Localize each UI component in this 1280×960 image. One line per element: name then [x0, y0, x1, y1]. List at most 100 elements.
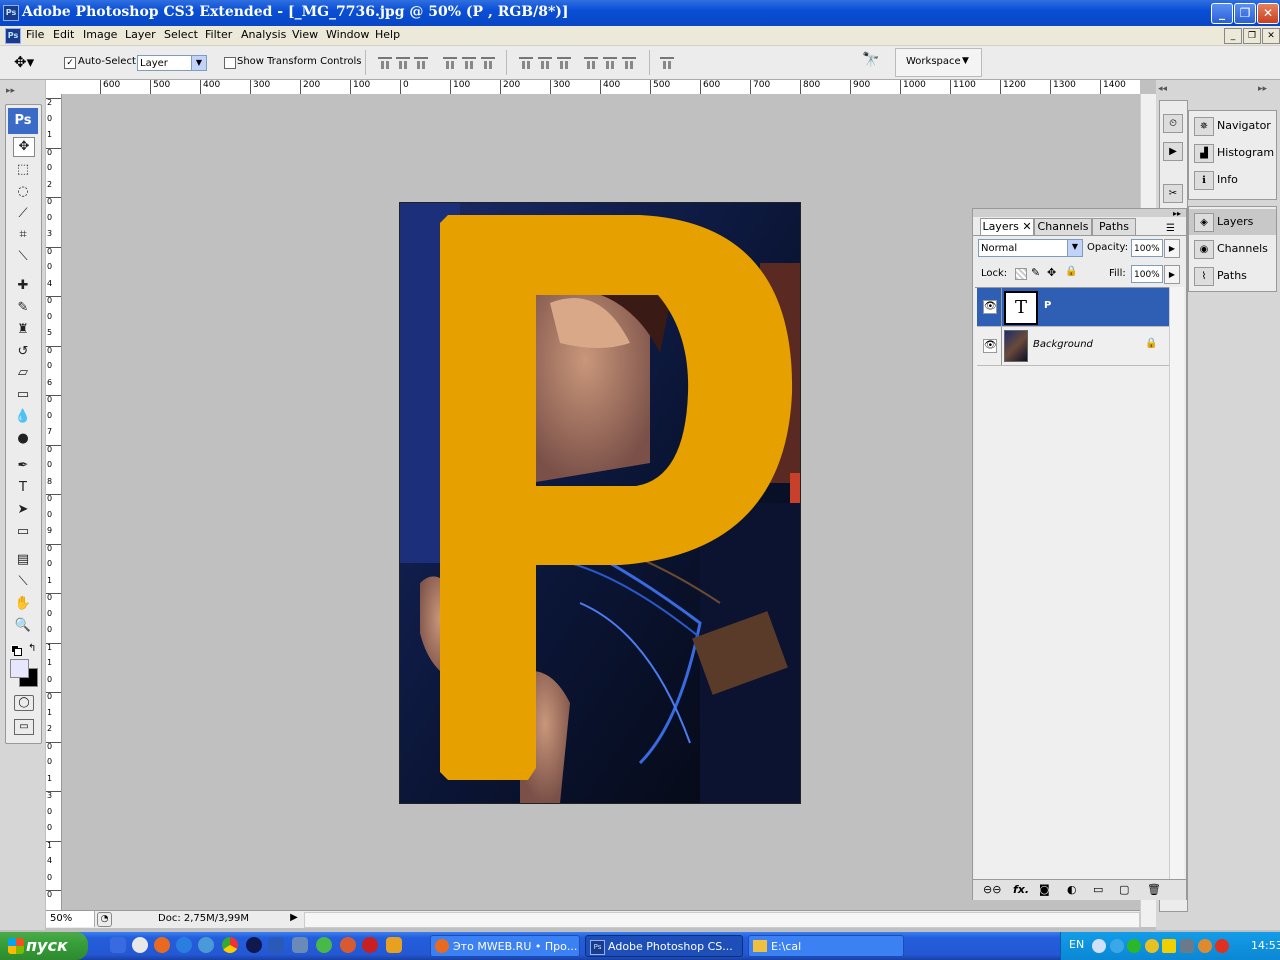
history-icon[interactable]: ⏲ — [1163, 114, 1183, 133]
layer-name[interactable]: Background — [1033, 339, 1093, 350]
panel-menu-icon[interactable]: ☰ — [1166, 223, 1175, 234]
opera-icon[interactable] — [362, 937, 378, 953]
tools-icon[interactable] — [292, 937, 308, 953]
pen-tool-icon[interactable]: ✒ — [13, 457, 33, 475]
align-left-icon[interactable] — [443, 57, 457, 71]
align-vcenter-icon[interactable] — [396, 57, 410, 71]
distribute-bottom-icon[interactable] — [557, 57, 571, 71]
dock-channels[interactable]: ◉ Channels — [1189, 236, 1276, 262]
dock-collapse-icon[interactable]: ◂◂ — [1158, 84, 1167, 94]
clone-stamp-tool-icon[interactable]: ♜ — [13, 321, 33, 339]
tools-preset-icon[interactable]: ✂ — [1163, 184, 1183, 203]
fill-field[interactable]: 100% — [1131, 265, 1163, 283]
menu-analysis[interactable]: Analysis — [241, 28, 286, 41]
new-layer-icon[interactable]: ▢ — [1119, 883, 1129, 896]
close-button[interactable]: ✕ — [1257, 3, 1279, 24]
bridge-status-icon[interactable]: ◔ — [97, 912, 112, 927]
swap-colors-icon[interactable]: ↰ — [28, 643, 36, 654]
firefox-icon[interactable] — [154, 937, 170, 953]
bridge-icon[interactable]: 🔭 — [862, 52, 884, 72]
tab-channels[interactable]: Channels — [1034, 218, 1092, 235]
healing-brush-tool-icon[interactable]: ✚ — [13, 277, 33, 295]
zoom-tool-icon[interactable]: 🔍 — [13, 617, 33, 635]
network-icon[interactable] — [198, 937, 214, 953]
path-selection-tool-icon[interactable]: ➤ — [13, 501, 33, 519]
menu-layer[interactable]: Layer — [125, 28, 156, 41]
screen-mode-icon[interactable]: ▭ — [14, 719, 34, 735]
move-tool-icon[interactable]: ✥ — [13, 137, 35, 157]
align-bottom-icon[interactable] — [414, 57, 428, 71]
adjustment-icon[interactable]: ◐ — [1067, 883, 1077, 896]
restore-button[interactable]: ❐ — [1234, 3, 1256, 24]
align-hcenter-icon[interactable] — [462, 57, 476, 71]
document-icon[interactable]: Ps — [5, 28, 21, 44]
distribute-top-icon[interactable] — [519, 57, 533, 71]
blur-tool-icon[interactable]: 💧 — [13, 408, 33, 426]
eye-icon[interactable]: 👁 — [983, 339, 997, 353]
distribute-vcenter-icon[interactable] — [538, 57, 552, 71]
show-transform-checkbox[interactable] — [224, 57, 236, 69]
history-brush-tool-icon[interactable]: ↺ — [13, 343, 33, 361]
magic-wand-tool-icon[interactable]: ⟋ — [13, 205, 33, 223]
clock[interactable]: 14:53 — [1251, 939, 1280, 952]
status-menu-arrow-icon[interactable]: ▶ — [288, 912, 300, 926]
lock-all-icon[interactable]: 🔒 — [1065, 266, 1077, 277]
minimize-button[interactable]: _ — [1211, 3, 1233, 24]
dock-navigator[interactable]: ✵ Navigator — [1189, 113, 1276, 139]
tab-layers[interactable]: Layers ✕ — [980, 218, 1034, 235]
collapse-icon[interactable]: ▸▸ — [6, 86, 15, 96]
distribute-left-icon[interactable] — [584, 57, 598, 71]
quick-mask-icon[interactable]: ◯ — [14, 695, 34, 711]
align-top-icon[interactable] — [378, 57, 392, 71]
dock-layers[interactable]: ◈ Layers — [1189, 209, 1276, 235]
target-app-icon[interactable] — [340, 937, 356, 953]
icq-icon[interactable] — [316, 937, 332, 953]
eraser-tool-icon[interactable]: ▱ — [13, 364, 33, 382]
doc-minimize-button[interactable]: _ — [1224, 28, 1242, 44]
start-button[interactable]: пуск — [0, 932, 88, 960]
mask-icon[interactable]: ◙ — [1039, 883, 1050, 896]
blend-mode-dropdown[interactable]: Normal ▼ — [978, 239, 1083, 257]
close-tab-icon[interactable]: ✕ — [1022, 220, 1031, 233]
dodge-tool-icon[interactable]: ● — [13, 430, 33, 448]
show-desktop-icon[interactable] — [110, 937, 126, 953]
shape-tool-icon[interactable]: ▭ — [13, 523, 33, 541]
lock-transparency-icon[interactable] — [1015, 268, 1027, 280]
dock-expand-icon[interactable]: ▸▸ — [1258, 84, 1267, 94]
trash-icon[interactable]: 🗑 — [1147, 883, 1161, 896]
align-right-icon[interactable] — [481, 57, 495, 71]
dock-histogram[interactable]: ▟ Histogram — [1189, 140, 1276, 166]
horizontal-scrollbar[interactable] — [304, 912, 1140, 928]
tray-app-icon[interactable] — [1110, 939, 1124, 953]
auto-select-dropdown[interactable]: Layer ▼ — [137, 55, 207, 71]
color-sampler-tool-icon[interactable]: ⟍ — [13, 573, 33, 591]
moon-app-icon[interactable] — [246, 937, 262, 953]
actions-icon[interactable]: ▶ — [1163, 142, 1183, 161]
fx-icon[interactable]: fx. — [1013, 883, 1029, 896]
menu-help[interactable]: Help — [375, 28, 400, 41]
auto-align-icon[interactable] — [660, 57, 674, 71]
tray-security-icon[interactable] — [1145, 939, 1159, 953]
eyedropper-tool-icon[interactable]: ⟍ — [13, 248, 33, 266]
layer-row-background[interactable]: 👁 Background 🔒 — [977, 327, 1169, 366]
default-colors-icon[interactable] — [11, 645, 22, 656]
doc-restore-button[interactable]: ❐ — [1243, 28, 1261, 44]
type-layer-letter[interactable] — [400, 203, 800, 803]
menu-window[interactable]: Window — [326, 28, 369, 41]
task-photoshop[interactable]: Ps Adobe Photoshop CS... — [585, 935, 743, 957]
crop-tool-icon[interactable]: ⌗ — [13, 226, 33, 244]
internet-explorer-icon[interactable] — [176, 937, 192, 953]
panel-grip[interactable] — [973, 209, 1186, 217]
chrome-icon[interactable] — [222, 937, 238, 953]
task-mweb[interactable]: Это MWEB.RU • Про... — [430, 935, 580, 957]
vertical-ruler[interactable]: 2 0 1 0 0 2 0 0 3 0 0 4 0 0 5 0 0 6 0 0 7 0 0 8 0 0 9 0 0 1 0 0 0 1 1 0 0 1 2 0… — [46, 94, 62, 910]
monitor-icon[interactable] — [268, 937, 284, 953]
tray-network-icon[interactable] — [1180, 939, 1194, 953]
group-icon[interactable]: ▭ — [1093, 883, 1103, 896]
fill-slider-arrow-icon[interactable]: ▶ — [1164, 265, 1180, 284]
document-canvas[interactable] — [399, 202, 801, 804]
tab-paths[interactable]: Paths — [1092, 218, 1136, 235]
panel-collapse-icon[interactable]: ▸▸ — [1173, 209, 1181, 218]
dock-paths[interactable]: ⌇ Paths — [1189, 263, 1276, 289]
menu-view[interactable]: View — [292, 28, 318, 41]
